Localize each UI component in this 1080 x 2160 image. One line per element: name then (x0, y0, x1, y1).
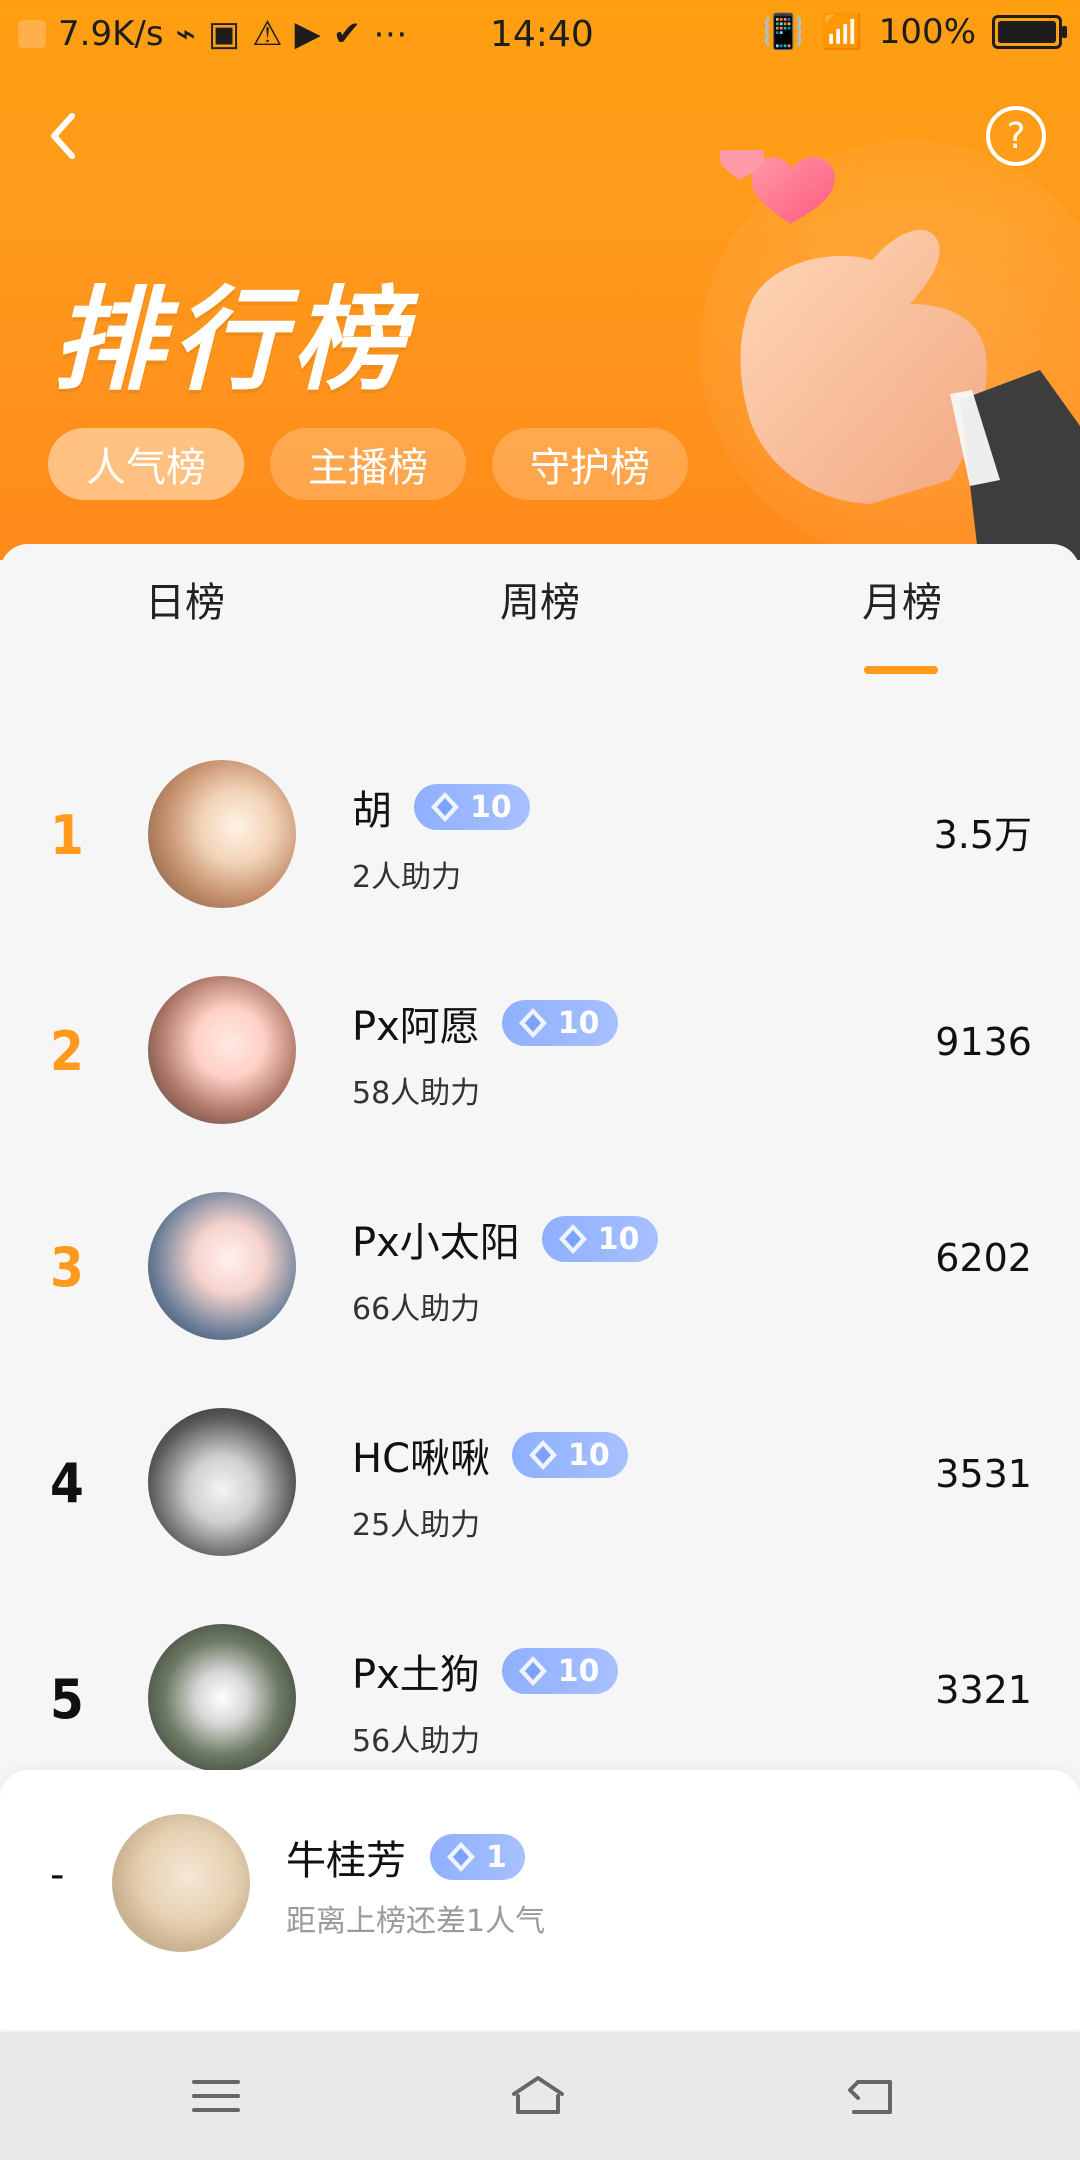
user-name: Px阿愿 (352, 1004, 480, 1050)
rank-number: 3 (50, 1236, 84, 1299)
supporters-count: 2人助力 (352, 860, 462, 895)
level-number: 10 (557, 1005, 600, 1041)
avatar[interactable] (148, 760, 296, 908)
avatar[interactable] (148, 1624, 296, 1772)
avatar[interactable] (148, 976, 296, 1124)
help-icon: ? (1006, 115, 1026, 157)
level-number: 10 (597, 1221, 640, 1257)
diamond-icon (518, 1008, 547, 1038)
name-line: HC啾啾 10 (352, 1426, 628, 1484)
popularity-score: 3.5万 (933, 813, 1032, 857)
user-name: Px土狗 (352, 1652, 480, 1698)
level-badge: 10 (512, 1432, 628, 1478)
popularity-score: 3531 (935, 1452, 1032, 1496)
usb-debug-icon: ▣ (208, 14, 241, 54)
rank-number: 1 (50, 804, 84, 867)
more-notifications-icon: ⋯ (373, 14, 408, 54)
my-ranking-card[interactable]: - 牛桂芳 1 距离上榜还差1人气 (0, 1770, 1080, 2030)
ranking-row[interactable]: 5 Px土狗 10 56人助力 3321 (0, 1604, 1080, 1784)
tab-daily[interactable]: 日榜 (145, 570, 225, 628)
speed-icon (18, 20, 46, 48)
rank-number: 2 (50, 1020, 84, 1083)
name-line: Px阿愿 10 (352, 994, 618, 1052)
my-level-number: 1 (486, 1839, 507, 1875)
period-tabs: 日榜 周榜 月榜 (0, 570, 1080, 680)
supporters-count: 56人助力 (352, 1724, 481, 1759)
status-left: 7.9K/s ⌁ ▣ ⚠ ▶ ✔ ⋯ (18, 14, 407, 54)
level-number: 10 (557, 1653, 600, 1689)
supporters-count: 25人助力 (352, 1508, 481, 1543)
supporters-count: 58人助力 (352, 1076, 481, 1111)
tab-weekly[interactable]: 周榜 (500, 570, 580, 628)
ranking-row[interactable]: 2 Px阿愿 10 58人助力 9136 (0, 956, 1080, 1136)
tab-anchor[interactable]: 主播榜 (270, 428, 466, 500)
diamond-icon (447, 1842, 475, 1872)
usb-icon: ⌁ (175, 14, 197, 54)
avatar[interactable] (148, 1408, 296, 1556)
user-name: 胡 (352, 788, 392, 834)
level-badge: 10 (414, 784, 530, 830)
my-name-line: 牛桂芳 1 (286, 1828, 525, 1886)
name-line: 胡 10 (352, 778, 530, 836)
my-avatar[interactable] (112, 1814, 250, 1952)
tab-monthly[interactable]: 月榜 (862, 570, 942, 628)
diamond-icon (558, 1224, 587, 1254)
tab-popularity[interactable]: 人气榜 (48, 428, 244, 500)
play-icon: ▶ (294, 14, 321, 54)
supporters-count: 66人助力 (352, 1292, 481, 1327)
status-bar: 7.9K/s ⌁ ▣ ⚠ ▶ ✔ ⋯ 14:40 📳 📶 100% (0, 0, 1080, 72)
user-name: HC啾啾 (352, 1436, 491, 1482)
popularity-score: 9136 (935, 1020, 1032, 1064)
status-right: 📳 📶 100% (762, 12, 1067, 52)
popularity-score: 6202 (935, 1236, 1032, 1280)
page-title: 排行榜 (52, 276, 412, 406)
diamond-icon (529, 1440, 558, 1470)
tab-guardian[interactable]: 守护榜 (492, 428, 688, 500)
level-badge: 10 (501, 1648, 618, 1694)
task-icon: ✔ (332, 14, 362, 54)
name-line: Px小太阳 10 (352, 1210, 658, 1268)
level-number: 10 (568, 1437, 610, 1473)
battery-icon (992, 15, 1067, 49)
user-name: Px小太阳 (352, 1220, 520, 1266)
popularity-score: 3321 (935, 1668, 1032, 1712)
level-badge: 10 (541, 1216, 658, 1262)
name-line: Px土狗 10 (352, 1642, 618, 1700)
system-nav-bar (0, 2032, 1080, 2160)
back-arrow-icon[interactable] (36, 106, 96, 166)
active-tab-indicator (864, 666, 938, 674)
ranking-row[interactable]: 3 Px小太阳 10 66人助力 6202 (0, 1172, 1080, 1352)
back-nav-icon[interactable] (840, 2072, 900, 2120)
thumbs-up-heart-illustration (719, 150, 1080, 560)
level-number: 10 (470, 789, 512, 825)
avatar[interactable] (148, 1192, 296, 1340)
wifi-icon: 📶 (820, 12, 863, 52)
battery-percent: 100% (878, 12, 976, 52)
level-badge: 10 (501, 1000, 618, 1046)
rank-number: 5 (50, 1668, 84, 1731)
network-speed: 7.9K/s (58, 14, 164, 54)
home-icon[interactable] (508, 2072, 568, 2120)
help-button[interactable]: ? (986, 106, 1046, 166)
clock: 14:40 (490, 14, 594, 55)
category-tabs: 人气榜 主播榜 守护榜 (48, 428, 688, 500)
my-rank: - (50, 1852, 65, 1898)
ranking-row[interactable]: 1 胡 10 2人助力 3.5万 (0, 740, 1080, 920)
distance-to-rank: 距离上榜还差1人气 (286, 1904, 546, 1939)
diamond-icon (518, 1656, 547, 1686)
my-name: 牛桂芳 (286, 1838, 406, 1884)
vibrate-icon: 📳 (762, 12, 805, 52)
diamond-icon (431, 792, 459, 822)
menu-icon[interactable] (186, 2072, 246, 2120)
ranking-row[interactable]: 4 HC啾啾 10 25人助力 3531 (0, 1388, 1080, 1568)
rank-number: 4 (50, 1452, 84, 1515)
warning-icon: ⚠ (252, 14, 283, 54)
my-level-badge: 1 (430, 1834, 525, 1880)
